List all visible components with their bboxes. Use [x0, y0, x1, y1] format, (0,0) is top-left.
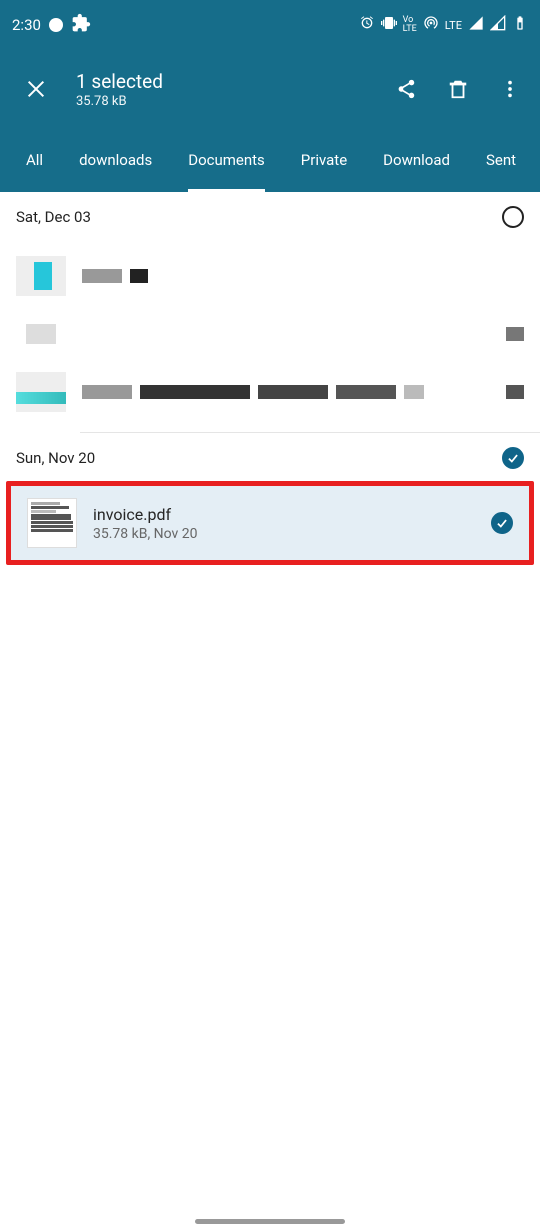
- more-options-button[interactable]: [496, 75, 524, 103]
- file-meta-label: 35.78 kB, Nov 20: [93, 526, 475, 542]
- vibrate-icon: [381, 15, 397, 35]
- nav-handle[interactable]: [195, 1219, 345, 1224]
- tab-download[interactable]: Download: [365, 128, 468, 192]
- redacted-text: [506, 385, 524, 399]
- alarm-icon: [359, 15, 375, 35]
- file-row[interactable]: invoice.pdf 35.78 kB, Nov 20: [11, 486, 529, 560]
- tab-all[interactable]: All: [8, 128, 61, 192]
- status-bar: 2:30 VoLTE LTE: [0, 0, 540, 50]
- file-select-toggle[interactable]: [491, 512, 513, 534]
- selection-app-bar: 1 selected 35.78 kB: [0, 50, 540, 128]
- redacted-text: [82, 269, 524, 283]
- selection-size: 35.78 kB: [76, 94, 392, 109]
- battery-icon: [512, 15, 528, 35]
- share-button[interactable]: [392, 75, 420, 103]
- file-thumbnail-icon: [16, 372, 66, 412]
- extension-icon: [71, 13, 91, 37]
- file-section: Sat, Dec 03: [0, 192, 540, 433]
- redacted-text: [82, 385, 490, 399]
- delete-button[interactable]: [444, 75, 472, 103]
- status-time: 2:30: [12, 16, 41, 34]
- tab-documents[interactable]: Documents: [170, 128, 283, 192]
- tab-sent[interactable]: Sent: [468, 128, 534, 192]
- hotspot-icon: [423, 15, 439, 35]
- file-thumbnail-icon: [27, 498, 77, 548]
- volte-icon: VoLTE: [403, 16, 417, 34]
- file-row[interactable]: [0, 236, 540, 316]
- select-all-toggle[interactable]: [502, 206, 524, 228]
- lte-label: LTE: [445, 19, 462, 32]
- redacted-text: [72, 327, 524, 341]
- tab-downloads[interactable]: downloads: [61, 128, 170, 192]
- selection-count: 1 selected: [76, 70, 392, 93]
- category-tabs: All downloads Documents Private Download…: [0, 128, 540, 192]
- highlight-annotation: invoice.pdf 35.78 kB, Nov 20: [6, 481, 534, 565]
- section-date-label: Sat, Dec 03: [16, 208, 502, 226]
- signal-icon-2: [490, 15, 506, 35]
- section-date-label: Sun, Nov 20: [16, 449, 502, 467]
- file-row[interactable]: [0, 352, 540, 432]
- notification-dot-icon: [49, 18, 63, 32]
- signal-icon: [468, 15, 484, 35]
- file-row[interactable]: [0, 316, 540, 352]
- close-selection-button[interactable]: [16, 69, 56, 109]
- tab-private[interactable]: Private: [283, 128, 365, 192]
- file-thumbnail-icon: [26, 324, 56, 344]
- select-all-toggle[interactable]: [502, 447, 524, 469]
- file-name-label: invoice.pdf: [93, 505, 475, 524]
- file-section: Sun, Nov 20 invoice.pdf 35.78 kB, Nov 20: [0, 433, 540, 565]
- file-thumbnail-icon: [16, 256, 66, 296]
